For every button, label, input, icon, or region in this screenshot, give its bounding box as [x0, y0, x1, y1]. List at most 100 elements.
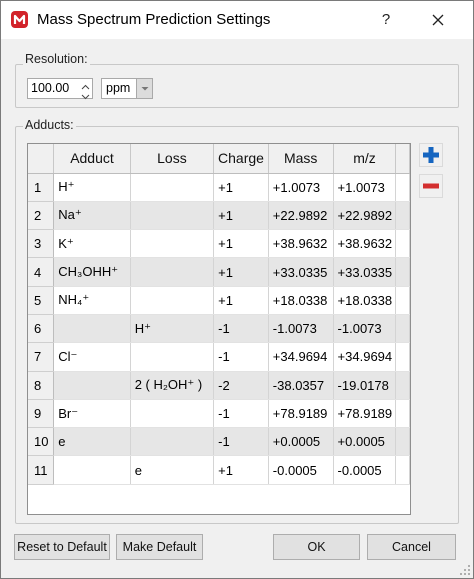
- mz-cell: -0.0005: [333, 455, 397, 485]
- cancel-button[interactable]: Cancel: [367, 534, 456, 560]
- row-number[interactable]: 6: [28, 314, 55, 344]
- charge-cell[interactable]: -1: [213, 399, 269, 429]
- app-logo-icon: [11, 11, 28, 28]
- row-number[interactable]: 10: [28, 427, 55, 457]
- table-row[interactable]: 5 NH₄⁺ +1 +18.0338 +18.0338: [28, 286, 410, 315]
- make-default-button[interactable]: Make Default: [116, 534, 203, 560]
- loss-cell[interactable]: [130, 201, 215, 231]
- table-row[interactable]: 4 CH₃OHH⁺ +1 +33.0335 +33.0335: [28, 257, 410, 287]
- chevron-down-icon: [81, 94, 90, 100]
- loss-cell[interactable]: [130, 286, 215, 315]
- help-button[interactable]: ?: [373, 7, 399, 33]
- table-row[interactable]: 3 K⁺ +1 +38.9632 +38.9632: [28, 229, 410, 259]
- table-row[interactable]: 10 e -1 +0.0005 +0.0005: [28, 427, 410, 457]
- loss-cell[interactable]: H⁺: [130, 314, 215, 344]
- mass-cell: +78.9189: [268, 399, 334, 429]
- loss-cell[interactable]: [130, 173, 215, 202]
- mass-cell: +0.0005: [268, 427, 334, 457]
- adduct-cell[interactable]: Na⁺: [53, 201, 131, 231]
- adduct-cell[interactable]: [53, 371, 131, 400]
- column-header-loss[interactable]: Loss: [130, 144, 215, 174]
- mass-cell: -1.0073: [268, 314, 334, 344]
- mz-cell: +38.9632: [333, 229, 397, 259]
- table-row[interactable]: 1 H⁺ +1 +1.0073 +1.0073: [28, 173, 410, 202]
- adduct-cell[interactable]: Cl⁻: [53, 342, 131, 372]
- row-number[interactable]: 4: [28, 257, 55, 287]
- mz-cell: +78.9189: [333, 399, 397, 429]
- table-row[interactable]: 7 Cl⁻ -1 +34.9694 +34.9694: [28, 342, 410, 372]
- mass-cell: +22.9892: [268, 201, 334, 231]
- add-adduct-button[interactable]: [419, 143, 443, 167]
- adduct-cell[interactable]: H⁺: [53, 173, 131, 202]
- table-row[interactable]: 11 e +1 -0.0005 -0.0005: [28, 455, 410, 485]
- mz-cell: +18.0338: [333, 286, 397, 315]
- close-icon: [432, 14, 444, 26]
- remove-adduct-button[interactable]: [419, 174, 443, 198]
- settings-dialog: Mass Spectrum Prediction Settings ? Reso…: [0, 0, 474, 579]
- charge-cell[interactable]: +1: [213, 455, 269, 485]
- charge-cell[interactable]: +1: [213, 229, 269, 259]
- table-row[interactable]: 8 2 ( H₂OH⁺ ) -2 -38.0357 -19.0178: [28, 371, 410, 400]
- mz-cell: +34.9694: [333, 342, 397, 372]
- mz-cell: +33.0335: [333, 257, 397, 287]
- mass-cell: +38.9632: [268, 229, 334, 259]
- row-number[interactable]: 2: [28, 201, 55, 231]
- close-button[interactable]: [423, 7, 453, 33]
- row-number[interactable]: 8: [28, 371, 55, 400]
- charge-cell[interactable]: -1: [213, 427, 269, 457]
- minus-icon: [423, 183, 439, 189]
- row-number[interactable]: 3: [28, 229, 55, 259]
- mz-cell: -1.0073: [333, 314, 397, 344]
- row-number[interactable]: 5: [28, 286, 55, 315]
- table-row[interactable]: 6 H⁺ -1 -1.0073 -1.0073: [28, 314, 410, 344]
- row-number[interactable]: 9: [28, 399, 55, 429]
- adducts-group-label: Adducts:: [23, 118, 76, 132]
- mz-cell: -19.0178: [333, 371, 397, 400]
- row-number[interactable]: 1: [28, 173, 55, 202]
- loss-cell[interactable]: [130, 229, 215, 259]
- charge-cell[interactable]: -1: [213, 342, 269, 372]
- charge-cell[interactable]: +1: [213, 201, 269, 231]
- loss-cell[interactable]: 2 ( H₂OH⁺ ): [130, 371, 215, 400]
- column-header-adduct[interactable]: Adduct: [53, 144, 131, 174]
- charge-cell[interactable]: +1: [213, 173, 269, 202]
- resolution-spin-up[interactable]: [79, 80, 92, 90]
- charge-cell[interactable]: +1: [213, 286, 269, 315]
- adduct-cell[interactable]: K⁺: [53, 229, 131, 259]
- loss-cell[interactable]: [130, 257, 215, 287]
- ok-button[interactable]: OK: [273, 534, 360, 560]
- charge-cell[interactable]: -1: [213, 314, 269, 344]
- row-number[interactable]: 7: [28, 342, 55, 372]
- column-header-mz[interactable]: m/z: [333, 144, 397, 174]
- adduct-cell[interactable]: CH₃OHH⁺: [53, 257, 131, 287]
- resize-grip-icon[interactable]: [459, 564, 471, 576]
- loss-cell[interactable]: [130, 399, 215, 429]
- adduct-cell[interactable]: e: [53, 427, 131, 457]
- mass-cell: +18.0338: [268, 286, 334, 315]
- table-corner[interactable]: [28, 144, 55, 174]
- table-row[interactable]: 9 Br⁻ -1 +78.9189 +78.9189: [28, 399, 410, 429]
- loss-cell[interactable]: [130, 342, 215, 372]
- table-row[interactable]: 2 Na⁺ +1 +22.9892 +22.9892: [28, 201, 410, 231]
- column-header-mass[interactable]: Mass: [268, 144, 334, 174]
- charge-cell[interactable]: +1: [213, 257, 269, 287]
- adduct-cell[interactable]: NH₄⁺: [53, 286, 131, 315]
- adduct-cell[interactable]: [53, 455, 131, 485]
- reset-to-default-button[interactable]: Reset to Default: [14, 534, 110, 560]
- adduct-cell[interactable]: Br⁻: [53, 399, 131, 429]
- loss-cell[interactable]: e: [130, 455, 215, 485]
- column-header-charge[interactable]: Charge: [213, 144, 269, 174]
- adducts-table[interactable]: Adduct Loss Charge Mass m/z 1 H⁺ +1 +1.0…: [27, 143, 411, 515]
- plus-icon: [423, 147, 439, 163]
- loss-cell[interactable]: [130, 427, 215, 457]
- unit-dropdown[interactable]: ppm: [101, 78, 153, 99]
- resolution-spin-down[interactable]: [79, 89, 92, 100]
- mass-cell: -0.0005: [268, 455, 334, 485]
- dropdown-arrow-icon[interactable]: [136, 79, 152, 98]
- adduct-cell[interactable]: [53, 314, 131, 344]
- charge-cell[interactable]: -2: [213, 371, 269, 400]
- row-number[interactable]: 11: [28, 455, 55, 485]
- mz-cell: +0.0005: [333, 427, 397, 457]
- resolution-group-label: Resolution:: [23, 52, 90, 66]
- table-header-row: Adduct Loss Charge Mass m/z: [28, 144, 410, 174]
